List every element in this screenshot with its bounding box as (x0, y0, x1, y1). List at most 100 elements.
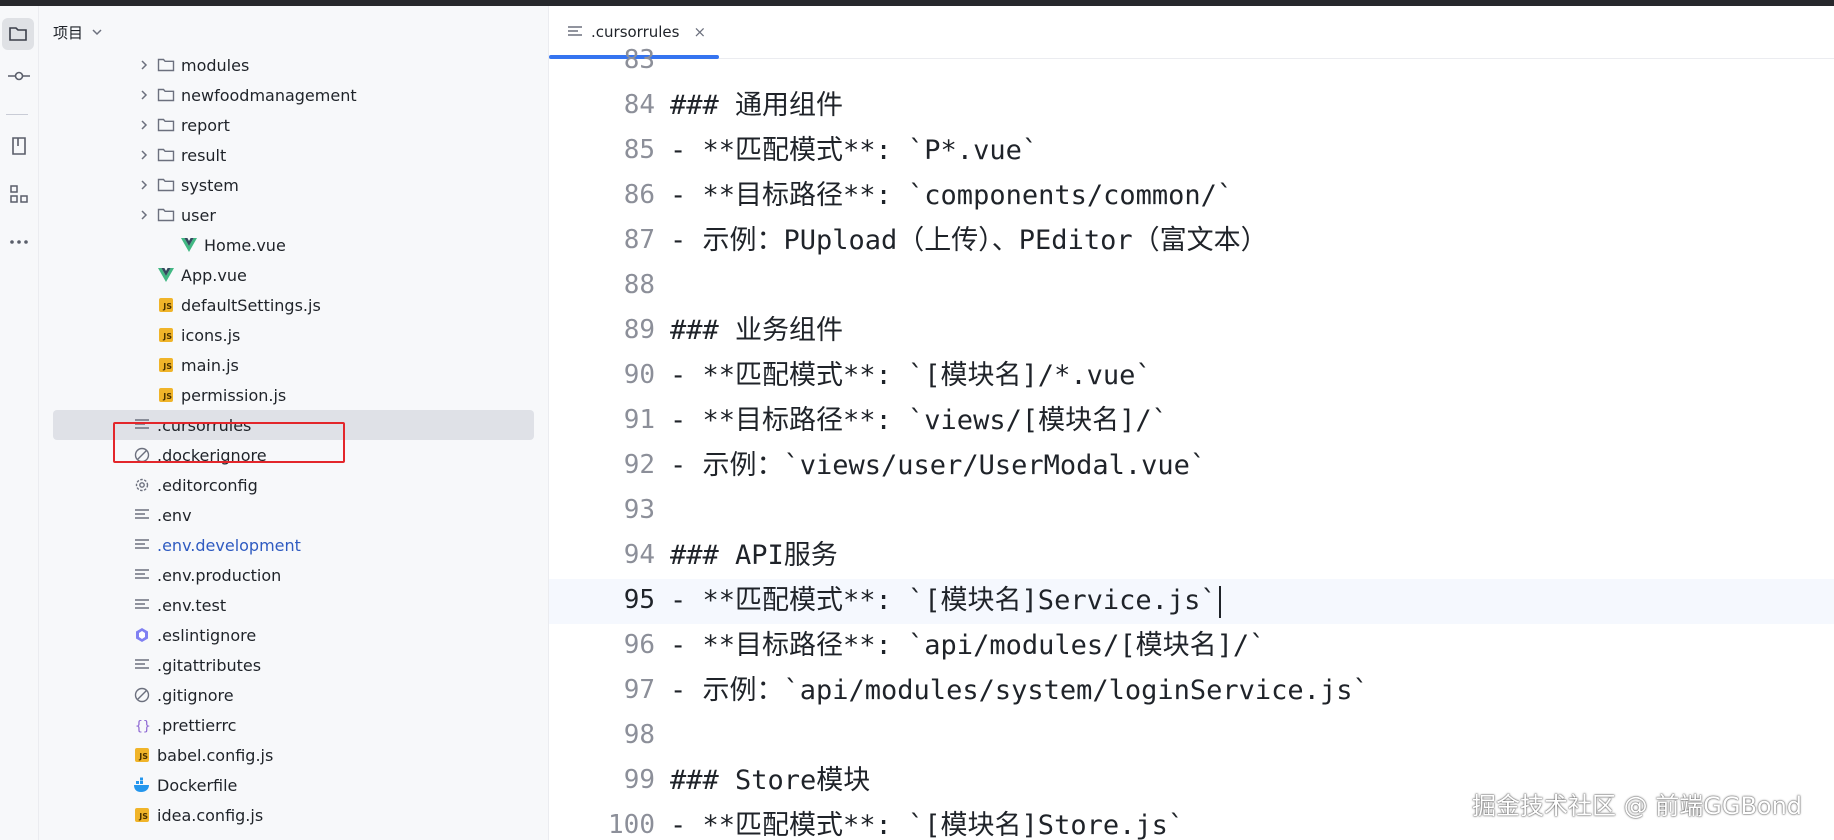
chevron-right-icon[interactable] (137, 89, 151, 101)
line-number: 92 (623, 450, 655, 480)
eslint-icon (133, 626, 151, 644)
annotation-highlight-box (113, 422, 345, 463)
js-file-icon: JS (157, 356, 175, 374)
line-number: 83 (623, 45, 655, 75)
docker-icon (133, 776, 151, 794)
tree-item-label: Home.vue (204, 235, 286, 255)
tree-item[interactable]: JS idea.config.js (39, 800, 534, 830)
tree-item-label: icons.js (181, 325, 241, 345)
tree-item-label: .env.production (157, 565, 282, 585)
tree-item[interactable]: .editorconfig (39, 470, 534, 500)
line-number: 87 (623, 225, 655, 255)
folder-icon (157, 86, 175, 104)
tree-item[interactable]: App.vue (39, 260, 534, 290)
text-file-icon (133, 596, 151, 614)
more-tools-button[interactable] (0, 226, 38, 258)
vue-file-icon (180, 236, 198, 254)
project-tool-button[interactable] (2, 18, 34, 50)
code-line-text: - **匹配模式**: `P*.vue` (670, 135, 1039, 166)
line-number: 96 (623, 630, 655, 660)
chevron-right-icon[interactable] (137, 59, 151, 71)
tree-item[interactable]: JS main.js (39, 350, 534, 380)
tree-item[interactable]: .env.test (39, 590, 534, 620)
code-line[interactable]: - **目标路径**: `views/[模块名]/` (670, 398, 1168, 443)
folder-icon (157, 116, 175, 134)
tree-item-label: .gitignore (157, 685, 234, 705)
tree-item[interactable]: {} .prettierrc (39, 710, 534, 740)
tree-item[interactable]: report (39, 110, 534, 140)
code-line[interactable]: - **匹配模式**: `[模块名]Store.js` (670, 803, 1184, 840)
tree-item-label: permission.js (181, 385, 287, 405)
js-file-icon: JS (157, 326, 175, 344)
code-line[interactable]: ### API服务 (670, 533, 838, 578)
line-number: 89 (623, 315, 655, 345)
tree-item[interactable]: .env.development (39, 530, 534, 560)
code-line-text: - **匹配模式**: `[模块名]Store.js` (670, 810, 1185, 840)
tree-item[interactable]: Dockerfile (39, 770, 534, 800)
project-panel-title[interactable]: 项目 (53, 22, 83, 43)
chevron-right-icon[interactable] (137, 209, 151, 221)
code-line[interactable]: - 示例：`api/modules/system/loginService.js… (670, 668, 1369, 713)
tree-item[interactable]: .env.production (39, 560, 534, 590)
folder-icon (157, 206, 175, 224)
text-caret (1218, 585, 1221, 618)
tree-item[interactable]: JS babel.config.js (39, 740, 534, 770)
code-line[interactable]: - **匹配模式**: `[模块名]/*.vue` (670, 353, 1152, 398)
close-icon[interactable]: × (693, 23, 706, 41)
text-file-icon (567, 25, 583, 39)
line-number: 99 (623, 765, 655, 795)
code-line-text: ### API服务 (670, 540, 838, 571)
tree-item-label: .eslintignore (157, 625, 257, 645)
tree-item[interactable]: modules (39, 50, 534, 80)
chevron-down-icon[interactable] (91, 28, 103, 36)
structure-tool-button[interactable] (0, 178, 38, 210)
tree-item[interactable]: system (39, 170, 534, 200)
tree-item[interactable]: .eslintignore (39, 620, 534, 650)
code-line[interactable]: - 示例：PUpload（上传）、PEditor（富文本） (670, 218, 1268, 263)
text-file-icon (133, 506, 151, 524)
tree-item[interactable]: JS permission.js (39, 380, 534, 410)
chevron-right-icon[interactable] (137, 119, 151, 131)
code-line-text: ### 业务组件 (670, 315, 844, 346)
line-number: 91 (623, 405, 655, 435)
tree-item[interactable]: Home.vue (39, 230, 534, 260)
tree-item[interactable]: result (39, 140, 534, 170)
code-area[interactable]: ### 通用组件 - **匹配模式**: `P*.vue` - **目标路径**: … (670, 58, 1830, 840)
tree-item[interactable]: JS defaultSettings.js (39, 290, 534, 320)
watermark-text: 掘金技术社区 @ 前端GGBond (1472, 792, 1803, 820)
line-number: 86 (623, 180, 655, 210)
code-line[interactable]: ### Store模块 (670, 758, 870, 803)
chevron-right-icon[interactable] (137, 149, 151, 161)
folder-icon (9, 27, 27, 41)
code-line[interactable]: ### 通用组件 (670, 83, 843, 128)
commit-tool-button[interactable] (0, 60, 38, 92)
code-line-text: - **目标路径**: `api/modules/[模块名]/` (670, 630, 1266, 661)
tree-item[interactable]: newfoodmanagement (39, 80, 534, 110)
more-icon (10, 240, 28, 244)
tree-item-label: .editorconfig (157, 475, 258, 495)
code-line[interactable]: - 示例：`views/user/UserModal.vue` (670, 443, 1206, 488)
code-line[interactable]: - **目标路径**: `components/common/` (670, 173, 1233, 218)
tree-item-label: babel.config.js (157, 745, 274, 765)
line-number: 94 (623, 540, 655, 570)
bookmarks-tool-button[interactable] (0, 130, 38, 162)
tree-item[interactable]: user (39, 200, 534, 230)
code-line[interactable]: ### 业务组件 (670, 308, 843, 353)
code-line[interactable]: - **匹配模式**: `[模块名]Service.js` (670, 578, 1221, 623)
tree-item[interactable]: .gitignore (39, 680, 534, 710)
rail-separator (6, 114, 28, 115)
js-file-icon: JS (157, 386, 175, 404)
code-line[interactable]: - **匹配模式**: `P*.vue` (670, 128, 1038, 173)
tree-item[interactable]: .env (39, 500, 534, 530)
chevron-right-icon[interactable] (137, 179, 151, 191)
code-line[interactable]: - **目标路径**: `api/modules/[模块名]/` (670, 623, 1265, 668)
vue-file-icon (157, 266, 175, 284)
line-number: 98 (623, 720, 655, 750)
tree-item-label: .prettierrc (157, 715, 237, 735)
line-number: 85 (623, 135, 655, 165)
code-line-text: ### 通用组件 (670, 90, 844, 121)
code-line-text: - 示例：PUpload（上传）、PEditor（富文本） (670, 225, 1268, 256)
tree-item-label: defaultSettings.js (181, 295, 321, 315)
tree-item[interactable]: JS icons.js (39, 320, 534, 350)
tree-item[interactable]: .gitattributes (39, 650, 534, 680)
